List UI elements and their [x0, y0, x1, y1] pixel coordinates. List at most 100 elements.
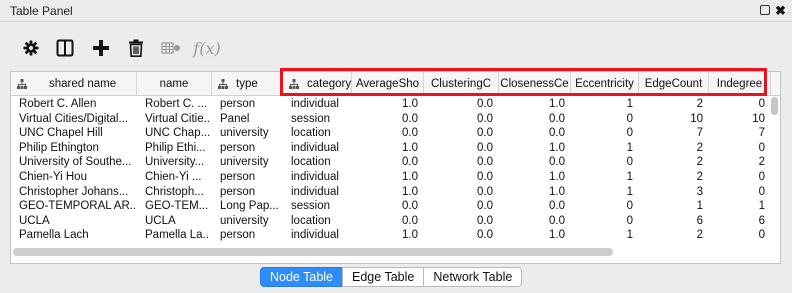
- table-cell[interactable]: 1: [639, 199, 703, 214]
- table-cell[interactable]: individual: [291, 97, 350, 112]
- table-cell[interactable]: 2: [639, 155, 703, 170]
- columns-icon[interactable]: [52, 36, 78, 60]
- table-cell[interactable]: 6: [639, 214, 703, 229]
- gear-icon[interactable]: [18, 36, 44, 60]
- table-cell[interactable]: 0.0: [424, 97, 493, 112]
- trash-icon[interactable]: [123, 36, 149, 60]
- table-cell[interactable]: 1.0: [499, 170, 565, 185]
- table-cell[interactable]: 1: [571, 141, 633, 156]
- table-cell[interactable]: 1.0: [499, 185, 565, 200]
- table-cell[interactable]: Virtual Citie...: [145, 112, 210, 127]
- table-cell[interactable]: 0.0: [352, 155, 418, 170]
- table-cell[interactable]: 0.0: [424, 170, 493, 185]
- table-cell[interactable]: 2: [639, 97, 703, 112]
- table-cell[interactable]: 1.0: [352, 228, 418, 243]
- column-header-name[interactable]: name: [137, 72, 212, 96]
- tab-network-table[interactable]: Network Table: [423, 267, 523, 287]
- table-cell[interactable]: session: [291, 112, 350, 127]
- table-cell[interactable]: Philip Ethi...: [145, 141, 210, 156]
- table-cell[interactable]: UNC Chapel Hill: [19, 126, 135, 141]
- table-cell[interactable]: 0: [571, 214, 633, 229]
- table-cell[interactable]: 2: [639, 141, 703, 156]
- table-cell[interactable]: 10: [709, 112, 765, 127]
- table-row[interactable]: Chien-Yi Hou Chien-Yi ... person individual…: [11, 170, 771, 185]
- table-cell[interactable]: 0.0: [424, 141, 493, 156]
- column-header-type[interactable]: type: [212, 72, 283, 96]
- function-builder-icon[interactable]: f(x): [192, 36, 222, 60]
- table-cell[interactable]: 1: [571, 228, 633, 243]
- table-cell[interactable]: location: [291, 214, 350, 229]
- table-cell[interactable]: 0: [571, 112, 633, 127]
- table-cell[interactable]: 0: [571, 126, 633, 141]
- link-table-icon[interactable]: [158, 36, 184, 60]
- table-row[interactable]: University of Southe... University... univ…: [11, 155, 771, 170]
- table-cell[interactable]: 0.0: [424, 112, 493, 127]
- table-cell[interactable]: Christoph...: [145, 185, 210, 200]
- table-cell[interactable]: 1: [571, 185, 633, 200]
- table-cell[interactable]: Robert C. Allen: [19, 97, 135, 112]
- table-cell[interactable]: UNC Chap...: [145, 126, 210, 141]
- table-cell[interactable]: 1.0: [352, 170, 418, 185]
- table-cell[interactable]: person: [220, 228, 281, 243]
- table-cell[interactable]: UCLA: [19, 214, 135, 229]
- table-cell[interactable]: 0.0: [352, 112, 418, 127]
- table-cell[interactable]: 0.0: [424, 185, 493, 200]
- table-cell[interactable]: Chien-Yi Hou: [19, 170, 135, 185]
- table-cell[interactable]: individual: [291, 228, 350, 243]
- table-cell[interactable]: 0.0: [499, 126, 565, 141]
- table-cell[interactable]: University of Southe...: [19, 155, 135, 170]
- tab-edge-table[interactable]: Edge Table: [342, 267, 425, 287]
- table-cell[interactable]: 3: [639, 185, 703, 200]
- table-row[interactable]: Virtual Cities/Digital... Virtual Citie..…: [11, 112, 771, 127]
- table-cell[interactable]: Virtual Cities/Digital...: [19, 112, 135, 127]
- plus-icon[interactable]: [88, 36, 114, 60]
- table-cell[interactable]: university: [220, 155, 281, 170]
- table-cell[interactable]: Chien-Yi ...: [145, 170, 210, 185]
- table-row[interactable]: GEO-TEMPORAL AR... GEO-TEM... Long Pap... s…: [11, 199, 771, 214]
- column-header-shared-name[interactable]: shared name: [11, 72, 137, 96]
- table-cell[interactable]: location: [291, 155, 350, 170]
- table-cell[interactable]: Robert C. ...: [145, 97, 210, 112]
- table-cell[interactable]: 1: [709, 199, 765, 214]
- table-cell[interactable]: GEO-TEMPORAL AR...: [19, 199, 135, 214]
- table-cell[interactable]: 0.0: [424, 228, 493, 243]
- table-cell[interactable]: session: [291, 199, 350, 214]
- table-cell[interactable]: 2: [639, 228, 703, 243]
- table-cell[interactable]: 1.0: [499, 228, 565, 243]
- table-cell[interactable]: 0: [709, 170, 765, 185]
- table-cell[interactable]: Long Pap...: [220, 199, 281, 214]
- table-row[interactable]: Philip Ethington Philip Ethi... person indi…: [11, 141, 771, 156]
- table-cell[interactable]: 10: [639, 112, 703, 127]
- table-cell[interactable]: 0.0: [499, 112, 565, 127]
- table-cell[interactable]: 0.0: [424, 214, 493, 229]
- table-cell[interactable]: university: [220, 214, 281, 229]
- table-cell[interactable]: person: [220, 185, 281, 200]
- horizontal-scrollbar[interactable]: [13, 248, 613, 256]
- table-cell[interactable]: Philip Ethington: [19, 141, 135, 156]
- table-cell[interactable]: 0: [709, 97, 765, 112]
- table-cell[interactable]: person: [220, 170, 281, 185]
- table-cell[interactable]: Christopher Johans...: [19, 185, 135, 200]
- table-cell[interactable]: 0: [709, 185, 765, 200]
- table-cell[interactable]: 0: [709, 228, 765, 243]
- vertical-scrollbar[interactable]: [771, 97, 778, 115]
- table-row[interactable]: UCLA UCLA university location 0.0 0.0 0.0 0 6 6: [11, 214, 771, 229]
- table-cell[interactable]: 0.0: [352, 214, 418, 229]
- tab-node-table[interactable]: Node Table: [260, 267, 344, 287]
- table-cell[interactable]: 0.0: [499, 199, 565, 214]
- table-cell[interactable]: individual: [291, 185, 350, 200]
- table-cell[interactable]: 1: [571, 97, 633, 112]
- table-cell[interactable]: individual: [291, 170, 350, 185]
- table-cell[interactable]: 0.0: [352, 199, 418, 214]
- table-cell[interactable]: 0.0: [424, 199, 493, 214]
- table-cell[interactable]: 0: [571, 199, 633, 214]
- table-cell[interactable]: 0: [709, 141, 765, 156]
- table-cell[interactable]: 0.0: [352, 126, 418, 141]
- table-cell[interactable]: 0.0: [424, 155, 493, 170]
- table-cell[interactable]: 6: [709, 214, 765, 229]
- table-row[interactable]: Pamella Lach Pamella La... person individua…: [11, 228, 771, 243]
- table-cell[interactable]: Pamella Lach: [19, 228, 135, 243]
- table-row[interactable]: UNC Chapel Hill UNC Chap... university loca…: [11, 126, 771, 141]
- close-icon[interactable]: ✖: [775, 4, 786, 17]
- table-cell[interactable]: 1.0: [499, 97, 565, 112]
